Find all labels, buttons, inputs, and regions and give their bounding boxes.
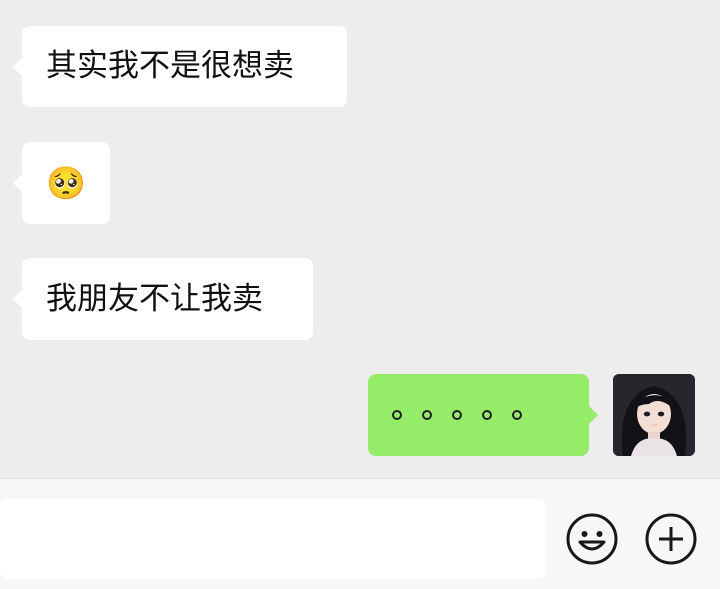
message-input[interactable] [0,499,546,579]
outgoing-message-bubble[interactable]: 。。。。。 [368,374,598,456]
emoji-button[interactable] [565,512,619,566]
pleading-face-icon: 🥺 [46,164,86,202]
incoming-message-bubble[interactable]: 其实我不是很想卖 [13,26,347,107]
chat-message-list: 其实我不是很想卖 🥺 我朋友不让我卖 。。。。。 [0,0,720,478]
message-text: 我朋友不让我卖 [46,280,263,317]
plus-circle-icon [645,513,697,565]
message-text: 其实我不是很想卖 [46,48,294,84]
message-composer [0,478,720,589]
avatar[interactable] [613,374,695,456]
avatar-illustration [613,374,695,456]
more-options-button[interactable] [644,512,698,566]
incoming-message-bubble[interactable]: 🥺 [13,142,110,224]
incoming-message-bubble[interactable]: 我朋友不让我卖 [13,258,313,340]
message-text [392,410,522,420]
smiley-face-icon [566,513,618,565]
